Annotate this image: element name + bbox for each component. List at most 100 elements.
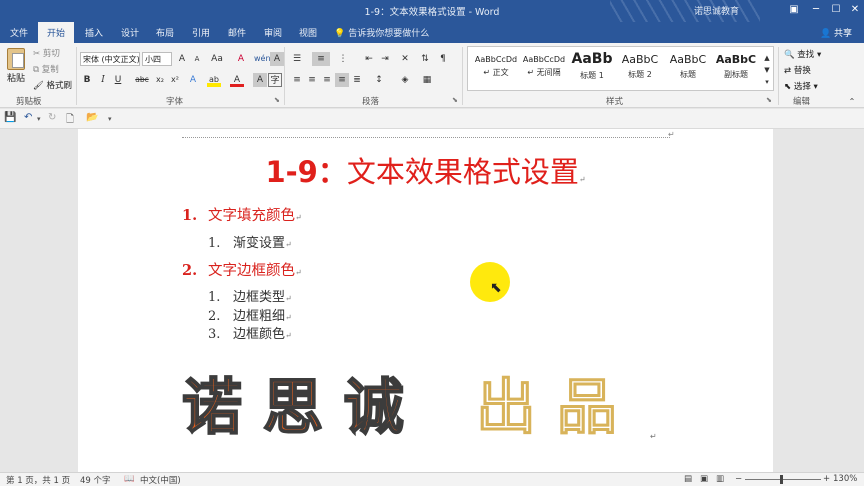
vertical-scrollbar[interactable]: [852, 129, 864, 472]
bullets-icon[interactable]: ☰: [290, 52, 304, 66]
page-count[interactable]: 第 1 页，共 1 页: [6, 474, 70, 486]
subscript-button[interactable]: x₂: [153, 73, 167, 87]
paragraph-shading-icon[interactable]: ◈: [398, 73, 412, 87]
styles-dialog-launcher-icon[interactable]: ⬊: [766, 96, 772, 104]
enclose-char-button[interactable]: 字: [268, 73, 282, 87]
find-button[interactable]: 🔍 查找 ▾: [784, 48, 821, 60]
tell-me-box[interactable]: 💡 告诉我你想要做什么: [334, 26, 429, 39]
font-family-select[interactable]: 宋体 (中文正文): [80, 52, 140, 66]
show-marks-icon[interactable]: ¶: [436, 52, 450, 66]
read-mode-icon[interactable]: ▤: [684, 474, 692, 484]
change-case-button[interactable]: Aa: [208, 52, 226, 66]
undo-dropdown-icon[interactable]: ▾: [37, 115, 41, 123]
justify-icon[interactable]: ≡: [335, 73, 349, 87]
maximize-button[interactable]: ☐: [826, 0, 846, 20]
increase-indent-icon[interactable]: ⇥: [378, 52, 392, 66]
zoom-in-icon[interactable]: +: [823, 474, 830, 484]
grow-font-button[interactable]: A: [175, 52, 189, 66]
align-center-icon[interactable]: ≡: [305, 73, 319, 87]
tab-review[interactable]: 审阅: [264, 26, 282, 39]
distributed-icon[interactable]: ≣: [350, 73, 364, 87]
highlight-button[interactable]: ab: [207, 73, 221, 87]
zoom-slider-thumb[interactable]: [780, 475, 783, 484]
tab-references[interactable]: 引用: [192, 26, 210, 39]
close-button[interactable]: ✕: [845, 0, 864, 20]
italic-button[interactable]: I: [96, 73, 110, 87]
style-no-spacing[interactable]: AaBbCcDd ↵ 无间隔: [520, 49, 568, 89]
decrease-indent-icon[interactable]: ⇤: [362, 52, 376, 66]
style-title[interactable]: AaBbC 标题: [664, 49, 712, 89]
style-heading-1[interactable]: AaBb 标题 1: [568, 49, 616, 89]
tab-file[interactable]: 文件: [10, 26, 28, 39]
list-item: 1. 边框类型↵: [208, 290, 292, 305]
tab-layout[interactable]: 布局: [156, 26, 174, 39]
paste-icon[interactable]: [7, 48, 25, 70]
collapse-ribbon-icon[interactable]: ⌃: [845, 95, 859, 109]
tab-insert[interactable]: 插入: [85, 26, 103, 39]
list-item: 2. 文字边框颜色↵: [182, 262, 302, 279]
char-border-button[interactable]: A: [270, 52, 284, 66]
account-name[interactable]: 诺思诚教育: [694, 4, 739, 17]
multilevel-list-icon[interactable]: ⋮: [336, 52, 350, 66]
minimize-button[interactable]: ─: [806, 0, 826, 20]
phonetic-button[interactable]: wén: [254, 52, 271, 66]
styles-more-icon[interactable]: ▾: [760, 75, 774, 89]
share-button[interactable]: 👤 共享: [814, 24, 858, 41]
save-icon[interactable]: 💾: [4, 112, 16, 123]
customize-qat-icon[interactable]: ▾: [108, 115, 112, 123]
borders-icon[interactable]: ▦: [420, 73, 434, 87]
undo-icon[interactable]: ↶: [24, 112, 32, 123]
chinese-layout-icon[interactable]: ✕: [398, 52, 412, 66]
copy-button[interactable]: ⧉ 复制: [33, 63, 59, 75]
paragraph-dialog-launcher-icon[interactable]: ⬊: [452, 96, 458, 104]
cut-button[interactable]: ✂ 剪切: [33, 47, 60, 59]
tab-design[interactable]: 设计: [121, 26, 139, 39]
print-layout-icon[interactable]: ▣: [700, 474, 708, 484]
proofing-icon[interactable]: 📖: [124, 474, 135, 484]
clipboard-group-label: 剪贴板: [16, 97, 42, 107]
sort-icon[interactable]: ⇅: [418, 52, 432, 66]
ribbon-display-icon[interactable]: ▣: [784, 0, 804, 20]
tab-mailings[interactable]: 邮件: [228, 26, 246, 39]
group-separator: [462, 47, 463, 105]
person-icon: 👤: [819, 29, 832, 39]
shrink-font-button[interactable]: A: [190, 52, 204, 66]
styles-gallery: AaBbCcDd ↵ 正文 AaBbCcDd ↵ 无间隔 AaBb 标题 1 A…: [467, 46, 774, 91]
replace-icon: ⇄: [784, 66, 792, 76]
redo-icon[interactable]: ↻: [48, 112, 56, 123]
line-spacing-icon[interactable]: ↕: [372, 73, 386, 87]
zoom-out-icon[interactable]: −: [735, 474, 742, 484]
font-size-select[interactable]: 小四: [142, 52, 172, 66]
clear-format-button[interactable]: A: [234, 52, 248, 66]
text-effects-button[interactable]: A: [186, 73, 200, 87]
char-shading-button[interactable]: A: [253, 73, 267, 87]
style-normal[interactable]: AaBbCcDd ↵ 正文: [472, 49, 520, 89]
list-item: 2. 边框粗细↵: [208, 309, 292, 324]
paragraph-mark: ↵: [578, 175, 586, 184]
select-button[interactable]: ⬉ 选择 ▾: [784, 80, 818, 92]
word-count[interactable]: 49 个字: [80, 474, 111, 486]
style-subtitle[interactable]: AaBbC 副标题: [712, 49, 760, 89]
web-layout-icon[interactable]: ▥: [716, 474, 724, 484]
font-color-button[interactable]: A: [230, 73, 244, 87]
align-left-icon[interactable]: ≡: [290, 73, 304, 87]
language-indicator[interactable]: 中文(中国): [140, 474, 181, 486]
open-folder-icon[interactable]: 📂: [86, 112, 98, 123]
zoom-slider[interactable]: [745, 479, 821, 480]
strikethrough-button[interactable]: abc: [133, 73, 151, 87]
bold-button[interactable]: B: [80, 73, 94, 87]
replace-button[interactable]: ⇄ 替换: [784, 64, 811, 76]
document-page[interactable]: ↵ 1-9：文本效果格式设置↵ 1. 文字填充颜色↵ 1. 渐变设置↵ 2. 文字边框…: [78, 129, 773, 472]
tab-home[interactable]: 开始: [38, 22, 75, 43]
align-right-icon[interactable]: ≡: [320, 73, 334, 87]
zoom-level[interactable]: 130%: [833, 474, 857, 484]
paste-button[interactable]: 粘贴: [7, 71, 25, 84]
style-heading-2[interactable]: AaBbC 标题 2: [616, 49, 664, 89]
format-painter-button[interactable]: 🖌 格式刷: [33, 79, 72, 91]
tab-view[interactable]: 视图: [299, 26, 317, 39]
superscript-button[interactable]: x²: [168, 73, 182, 87]
underline-button[interactable]: U: [111, 73, 125, 87]
font-dialog-launcher-icon[interactable]: ⬊: [274, 96, 280, 104]
numbering-icon[interactable]: ≡: [312, 52, 330, 66]
new-document-icon[interactable]: 🗋: [66, 112, 74, 129]
